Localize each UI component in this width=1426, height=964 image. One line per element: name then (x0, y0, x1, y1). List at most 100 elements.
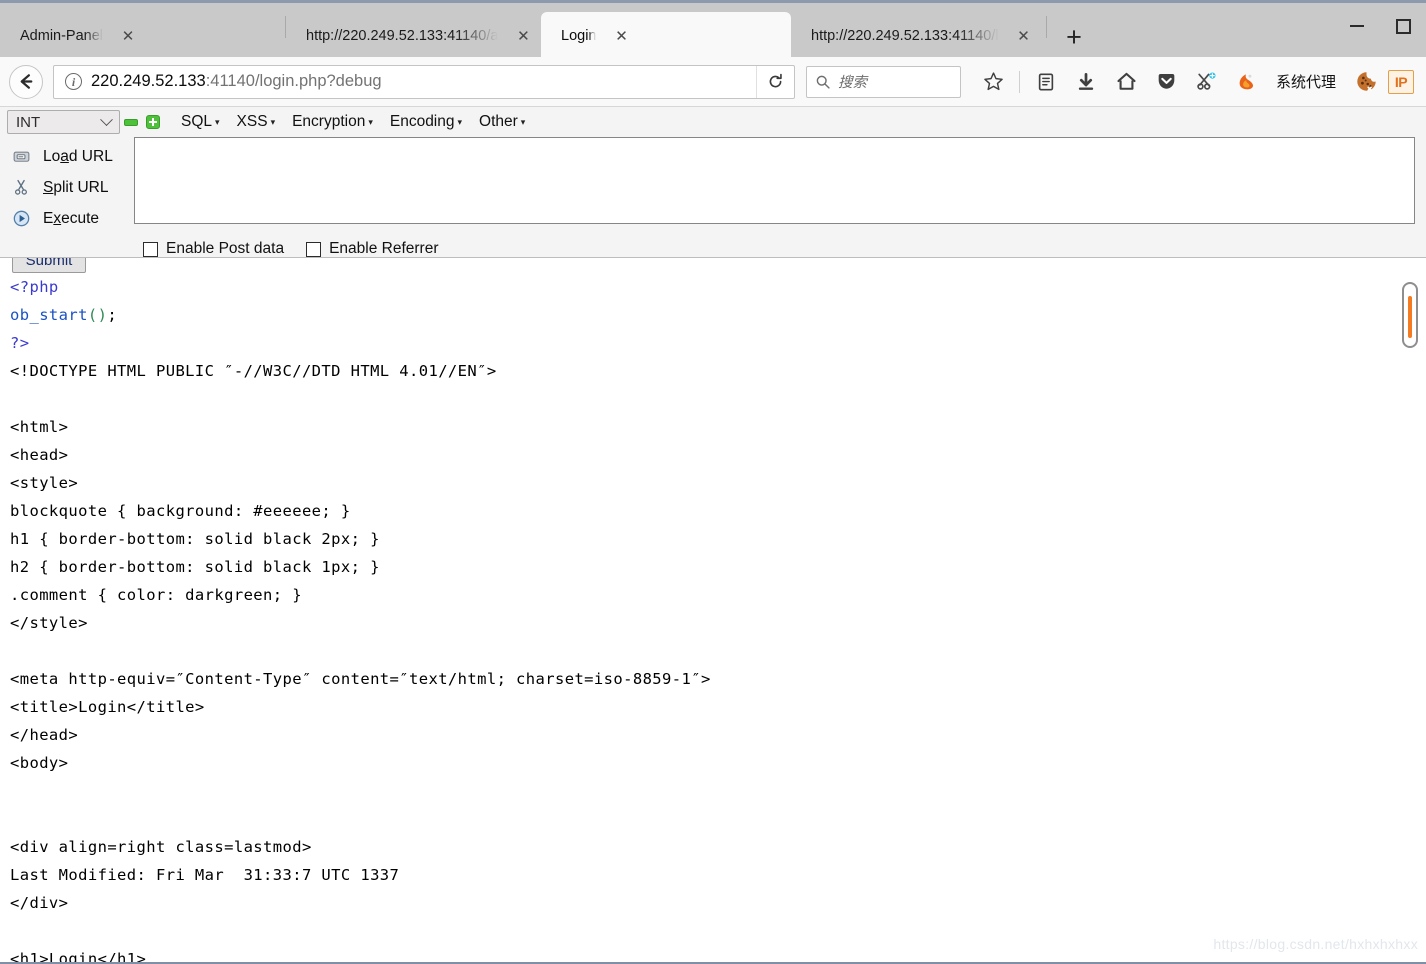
code-token: h1 { border-bottom: solid black 2px; } (10, 530, 380, 548)
chevron-down-icon (100, 112, 113, 126)
plus-icon (146, 115, 160, 129)
downloads-icon[interactable] (1068, 65, 1104, 99)
tab-close-icon[interactable]: ✕ (610, 25, 632, 47)
code-token: <!DOCTYPE HTML PUBLIC ″-//W3C//DTD HTML … (10, 362, 497, 380)
tab-title: Admin-Panel (20, 28, 104, 44)
chevron-down-icon: ▾ (368, 116, 373, 127)
hackbar-panel: INT SQL ▾ XSS ▾ Encryption ▾ Encoding ▾ Other ▾ L… (0, 107, 1426, 258)
browser-tab[interactable]: http://220.249.52.133:41140/l ✕ (791, 12, 1046, 60)
hackbar-type-select[interactable]: INT (7, 110, 120, 134)
site-info-icon[interactable]: i (65, 73, 82, 90)
url-host: 220.249.52.133 (91, 72, 206, 90)
hackbar-type-value: INT (16, 113, 41, 131)
minimize-button[interactable] (1334, 6, 1380, 46)
code-token: .comment { color: darkgreen; } (10, 586, 302, 604)
address-bar[interactable]: i 220.249.52.133:41140/login.php?debug (53, 64, 795, 99)
split-url-label: Split URL (43, 178, 109, 196)
tab-title: http://220.249.52.133:41140/l (811, 28, 999, 44)
code-token: <body> (10, 754, 69, 772)
code-token: <head> (10, 446, 69, 464)
hackbar-menu-list: SQL ▾ XSS ▾ Encryption ▾ Encoding ▾ Other ▾ (164, 113, 525, 131)
chevron-down-icon: ▾ (270, 116, 276, 127)
search-icon (816, 75, 830, 89)
hackbar-toolbar: INT SQL ▾ XSS ▾ Encryption ▾ Encoding ▾ Other ▾ (0, 107, 1426, 137)
checkbox-box (306, 241, 322, 257)
library-icon[interactable] (1028, 65, 1064, 99)
home-icon[interactable] (1108, 65, 1144, 99)
search-bar[interactable]: 搜索 (806, 65, 961, 98)
code-token: ; (107, 306, 118, 324)
tab-close-icon[interactable]: ✕ (1013, 25, 1035, 47)
maximize-button[interactable] (1380, 6, 1426, 46)
reload-button[interactable] (756, 65, 794, 98)
code-token: Last Modified: Fri Mar 31:33:7 UTC 1337 (10, 866, 400, 884)
back-arrow-icon (20, 74, 32, 89)
url-text: 220.249.52.133:41140/login.php?debug (91, 72, 382, 91)
tab-separator (1046, 16, 1047, 38)
hackbar-menu-sql[interactable]: SQL ▾ (181, 113, 220, 131)
php-source-listing: <?php ob_start(); ?> <!DOCTYPE HTML PUBL… (10, 273, 711, 964)
execute-button[interactable]: Execute (8, 203, 134, 234)
code-token: <html> (10, 418, 69, 436)
hackbar-menu-label: Other (479, 113, 518, 130)
code-token: <style> (10, 474, 79, 492)
hackbar-options: Enable Post data Enable Referrer (0, 234, 1426, 264)
tab-title: http://220.249.52.133:41140/a (306, 28, 499, 44)
hackbar-menu-label: SQL (181, 113, 213, 130)
chevron-down-icon: ▾ (215, 116, 220, 127)
browser-tab[interactable]: Admin-Panel ✕ (0, 12, 285, 60)
code-token: h2 { border-bottom: solid black 1px; } (10, 558, 380, 576)
enable-referrer-label: Enable Referrer (329, 240, 439, 257)
pocket-icon[interactable] (1148, 65, 1184, 99)
tab-close-icon[interactable]: ✕ (512, 25, 534, 47)
decrement-button[interactable] (120, 111, 142, 133)
hackbar-menu-xss[interactable]: XSS ▾ (237, 113, 276, 131)
snip-icon[interactable] (1188, 65, 1224, 99)
hackbar-menu-label: Encoding (389, 113, 455, 130)
increment-button[interactable] (142, 111, 164, 133)
new-tab-button[interactable]: + (1057, 20, 1091, 54)
hackbar-menu-label: XSS (236, 113, 268, 130)
code-token: <title>Login</title> (10, 698, 205, 716)
scroll-position-indicator[interactable] (1402, 282, 1418, 348)
reload-icon (769, 73, 782, 88)
code-token: () (87, 306, 108, 324)
tab-close-icon[interactable]: ✕ (117, 25, 139, 47)
code-token: blockquote { background: #eeeeee; } (10, 502, 351, 520)
cookie-icon[interactable] (1348, 65, 1384, 99)
hackbar-url-textarea[interactable] (134, 137, 1415, 224)
enable-referrer-checkbox[interactable]: Enable Referrer (306, 240, 438, 258)
load-url-button[interactable]: Load URL (8, 141, 134, 172)
foxyproxy-icon[interactable] (1228, 65, 1264, 99)
code-token: <meta http-equiv=″Content-Type″ content=… (10, 670, 711, 688)
browser-tab[interactable]: http://220.249.52.133:41140/a ✕ (286, 12, 541, 60)
load-url-icon (8, 147, 34, 166)
split-url-button[interactable]: Split URL (8, 172, 134, 203)
scroll-thumb[interactable] (1408, 296, 1412, 338)
bookmark-star-icon[interactable] (975, 65, 1011, 99)
code-token: </div> (10, 894, 69, 912)
back-button[interactable] (9, 64, 43, 99)
window-controls (1334, 6, 1426, 46)
execute-label: Execute (43, 209, 100, 227)
tab-bar: Admin-Panel ✕ http://220.249.52.133:41140/… (0, 0, 1426, 60)
system-proxy-label[interactable]: 系统代理 (1276, 71, 1336, 92)
hackbar-menu-encryption[interactable]: Encryption ▾ (292, 113, 373, 131)
toolbar-divider (1019, 70, 1020, 93)
ip-badge[interactable]: IP (1388, 69, 1415, 94)
execute-icon (8, 209, 34, 228)
code-token: </style> (10, 614, 88, 632)
enable-post-data-label: Enable Post data (166, 240, 285, 257)
minus-icon (124, 118, 138, 126)
minimize-icon (1350, 25, 1364, 27)
enable-post-data-checkbox[interactable]: Enable Post data (143, 240, 284, 258)
hackbar-body: Load URL Split URL Execute (0, 137, 1426, 234)
tab-title: Login (561, 28, 597, 44)
browser-tab[interactable]: Login ✕ (541, 12, 791, 60)
maximize-icon (1395, 18, 1411, 34)
hackbar-menu-encoding[interactable]: Encoding ▾ (390, 113, 462, 131)
hackbar-actions: Load URL Split URL Execute (8, 137, 134, 234)
search-placeholder: 搜索 (838, 75, 867, 91)
load-url-label: Load URL (43, 147, 113, 165)
hackbar-menu-other[interactable]: Other ▾ (479, 113, 525, 131)
